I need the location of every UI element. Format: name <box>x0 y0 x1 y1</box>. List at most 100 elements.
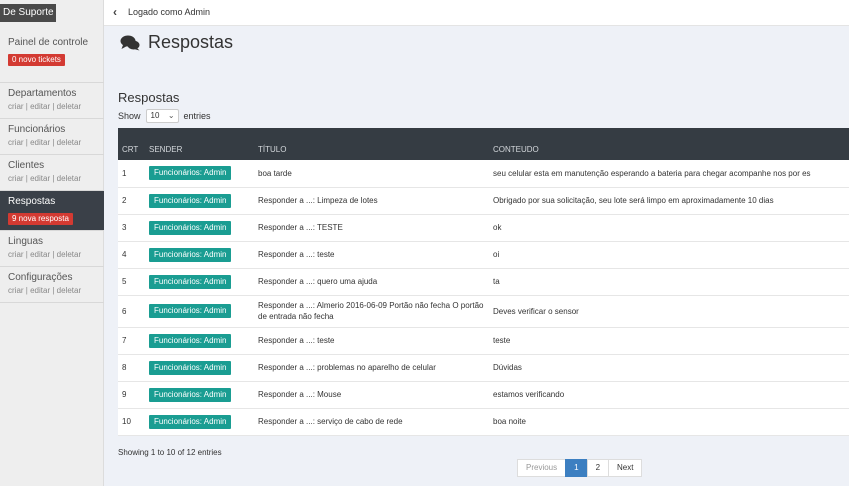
cell-sender: Funcionários: Admin <box>145 187 254 214</box>
entries-length-control: Show 10 ⌄ entries <box>118 109 211 123</box>
link-editar[interactable]: editar <box>30 174 50 183</box>
entries-length-select[interactable]: 10 ⌄ <box>145 109 179 123</box>
logged-in-text: Logado como Admin <box>128 7 211 17</box>
cell-content: Dúvidas <box>493 363 522 372</box>
column-header-crt[interactable]: CRT <box>118 128 145 160</box>
sidebar-item-links: criar | editar | deletar <box>8 102 82 111</box>
sidebar-item-clientes[interactable]: Clientes criar | editar | deletar <box>0 155 104 191</box>
sender-badge: Funcionários: Admin <box>149 193 232 208</box>
comments-icon <box>120 35 140 50</box>
sidebar-item-label: Departamentos <box>8 88 77 99</box>
pagination: Previous 1 2 Next <box>517 459 643 477</box>
sidebar-item-respostas[interactable]: Respostas 9 nova resposta <box>0 191 104 231</box>
column-header-sender[interactable]: SENDER <box>145 128 254 160</box>
link-criar[interactable]: criar <box>8 102 24 111</box>
sidebar-toggle-chevron-left-icon[interactable]: ‹ <box>104 0 126 26</box>
cell-content: seu celular esta em manutenção esperando… <box>493 168 811 178</box>
cell-content: boa noite <box>493 417 526 426</box>
sender-badge: Funcionários: Admin <box>149 414 232 429</box>
cell-crt: 4 <box>122 250 127 259</box>
cell-crt: 6 <box>122 306 127 316</box>
responses-table: CRT SENDER TÍTULO CONTEUDO 1 Funcionário… <box>118 128 849 436</box>
table-row: 1 Funcionários: Admin boa tarde seu celu… <box>118 160 849 187</box>
sidebar-item-label: Painel de controle <box>8 37 89 48</box>
length-value: 10 <box>150 111 160 120</box>
link-criar[interactable]: criar <box>8 138 24 147</box>
cell-title: boa tarde <box>258 168 292 178</box>
show-label: Show <box>118 111 141 121</box>
table-row: 9 Funcionários: Admin Responder a ...: M… <box>118 381 849 408</box>
sidebar-item-departamentos[interactable]: Departamentos criar | editar | deletar <box>0 83 104 119</box>
table-header-row: CRT SENDER TÍTULO CONTEUDO <box>118 128 849 160</box>
cell-crt: 1 <box>122 168 127 178</box>
cell-content: Deves verificar o sensor <box>493 306 579 316</box>
link-editar[interactable]: editar <box>30 102 50 111</box>
sidebar-item-label: Clientes <box>8 160 45 171</box>
link-criar[interactable]: criar <box>8 174 24 183</box>
cell-title: Responder a ...: quero uma ajuda <box>258 277 378 286</box>
cell-sender: Funcionários: Admin <box>145 268 254 295</box>
page-title: Respostas <box>148 32 234 52</box>
cell-content: ok <box>493 223 502 232</box>
link-deletar[interactable]: deletar <box>57 174 81 183</box>
link-editar[interactable]: editar <box>30 138 50 147</box>
brand-title[interactable]: De Suporte <box>0 4 56 22</box>
column-header-titulo[interactable]: TÍTULO <box>254 128 489 160</box>
sidebar-item-label: Funcionários <box>8 124 66 135</box>
sender-badge: Funcionários: Admin <box>149 274 232 289</box>
sender-badge: Funcionários: Admin <box>149 304 232 318</box>
cell-title: Responder a ...: Mouse <box>258 390 342 399</box>
cell-crt: 5 <box>122 277 127 286</box>
sidebar-item-label: Linguas <box>8 236 44 247</box>
responses-table-wrapper: CRT SENDER TÍTULO CONTEUDO 1 Funcionário… <box>118 128 849 436</box>
sender-badge: Funcionários: Admin <box>149 333 232 348</box>
link-criar[interactable]: criar <box>8 286 24 295</box>
link-editar[interactable]: editar <box>30 250 50 259</box>
link-editar[interactable]: editar <box>30 286 50 295</box>
cell-crt: 8 <box>122 363 127 372</box>
column-header-conteudo[interactable]: CONTEUDO <box>489 128 849 160</box>
link-deletar[interactable]: deletar <box>57 250 81 259</box>
cell-title: Responder a ...: TESTE <box>258 223 343 232</box>
cell-content: ta <box>493 277 500 286</box>
cell-sender: Funcionários: Admin <box>145 214 254 241</box>
cell-sender: Funcionários: Admin <box>145 381 254 408</box>
sidebar-item-funcionarios[interactable]: Funcionários criar | editar | deletar <box>0 119 104 155</box>
top-bar: ‹ Logado como Admin <box>104 0 849 26</box>
pagination-previous-button[interactable]: Previous <box>517 459 567 477</box>
cell-content: Obrigado por sua solicitação, seu lote s… <box>493 196 774 205</box>
table-row: 6 Funcionários: Admin Responder a ...: A… <box>118 295 849 327</box>
link-deletar[interactable]: deletar <box>57 138 81 147</box>
link-deletar[interactable]: deletar <box>57 102 81 111</box>
sidebar-item-links: criar | editar | deletar <box>8 174 82 183</box>
cell-title: Responder a ...: teste <box>258 250 335 259</box>
cell-title: Responder a ...: teste <box>258 336 335 345</box>
cell-title: Responder a ...: problemas no aparelho d… <box>258 363 436 372</box>
cell-sender: Funcionários: Admin <box>145 327 254 354</box>
pagination-next-button[interactable]: Next <box>608 459 643 477</box>
sender-badge: Funcionários: Admin <box>149 166 232 181</box>
link-criar[interactable]: criar <box>8 250 24 259</box>
cell-title: Responder a ...: Almerio 2016-06-09 Port… <box>258 301 484 321</box>
link-deletar[interactable]: deletar <box>57 286 81 295</box>
sidebar-item-links: criar | editar | deletar <box>8 286 82 295</box>
sender-badge: Funcionários: Admin <box>149 360 232 375</box>
cell-crt: 3 <box>122 223 127 232</box>
sidebar-item-configuracoes[interactable]: Configurações criar | editar | deletar <box>0 267 104 303</box>
pagination-page-1[interactable]: 1 <box>565 459 588 477</box>
cell-content: estamos verificando <box>493 390 565 399</box>
sidebar-item-linguas[interactable]: Linguas criar | editar | deletar <box>0 231 104 267</box>
sender-badge: Funcionários: Admin <box>149 220 232 235</box>
page-heading: Respostas <box>120 32 233 53</box>
table-row: 3 Funcionários: Admin Responder a ...: T… <box>118 214 849 241</box>
cell-content: oi <box>493 250 500 259</box>
sidebar: De Suporte Painel de controle 0 novo tic… <box>0 0 104 486</box>
respostas-badge: 9 nova resposta <box>8 213 73 225</box>
cell-title: Responder a ...: Limpeza de lotes <box>258 196 378 205</box>
panel-title: Respostas <box>118 90 180 105</box>
sidebar-item-painel[interactable]: Painel de controle 0 novo tickets <box>0 32 104 83</box>
sidebar-item-label: Configurações <box>8 272 73 283</box>
pagination-page-2[interactable]: 2 <box>586 459 610 477</box>
table-row: 2 Funcionários: Admin Responder a ...: L… <box>118 187 849 214</box>
cell-content: teste <box>493 336 511 345</box>
